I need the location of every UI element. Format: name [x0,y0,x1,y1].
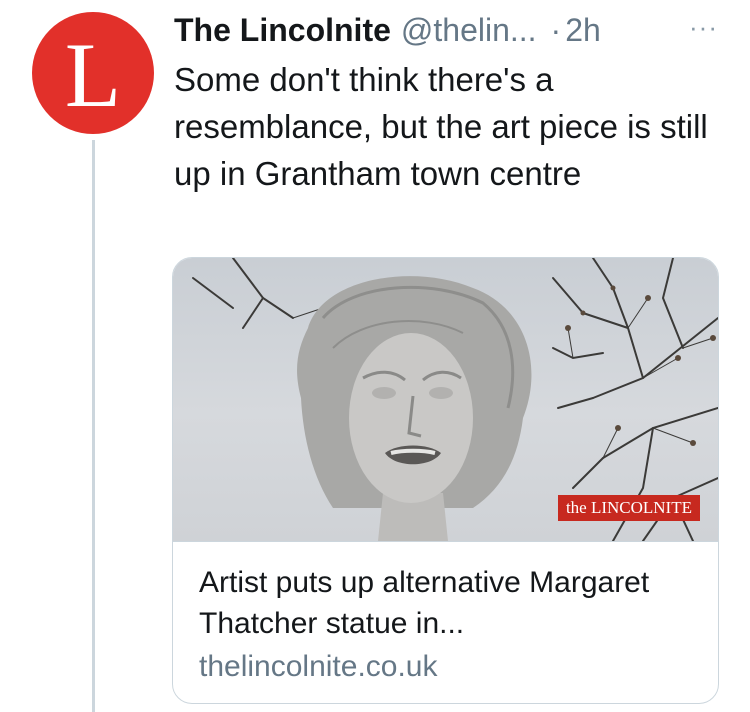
card-title: Artist puts up alternative Margaret That… [199,566,650,640]
link-preview-card[interactable]: the LINCOLNITE Artist puts up alternativ… [172,257,719,704]
display-name[interactable]: The Lincolnite [174,12,391,49]
avatar-logo-letter: L [64,24,122,126]
lincolnite-watermark: the LINCOLNITE [557,495,700,521]
card-image: the LINCOLNITE [173,258,718,542]
separator-dot: · [550,11,562,48]
user-handle[interactable]: @thelin... [401,12,537,49]
avatar[interactable]: L [32,12,154,134]
thread-line [92,140,95,712]
tweet-text: Some don't think there's a resemblance, … [174,61,708,192]
timestamp[interactable]: 2h [565,12,601,49]
tweet-header: The Lincolnite @thelin... · 2h [174,8,730,52]
card-domain: thelincolnite.co.uk [199,650,438,683]
card-body: Artist puts up alternative Margaret That… [173,542,718,688]
more-options-icon[interactable]: ··· [689,12,718,43]
